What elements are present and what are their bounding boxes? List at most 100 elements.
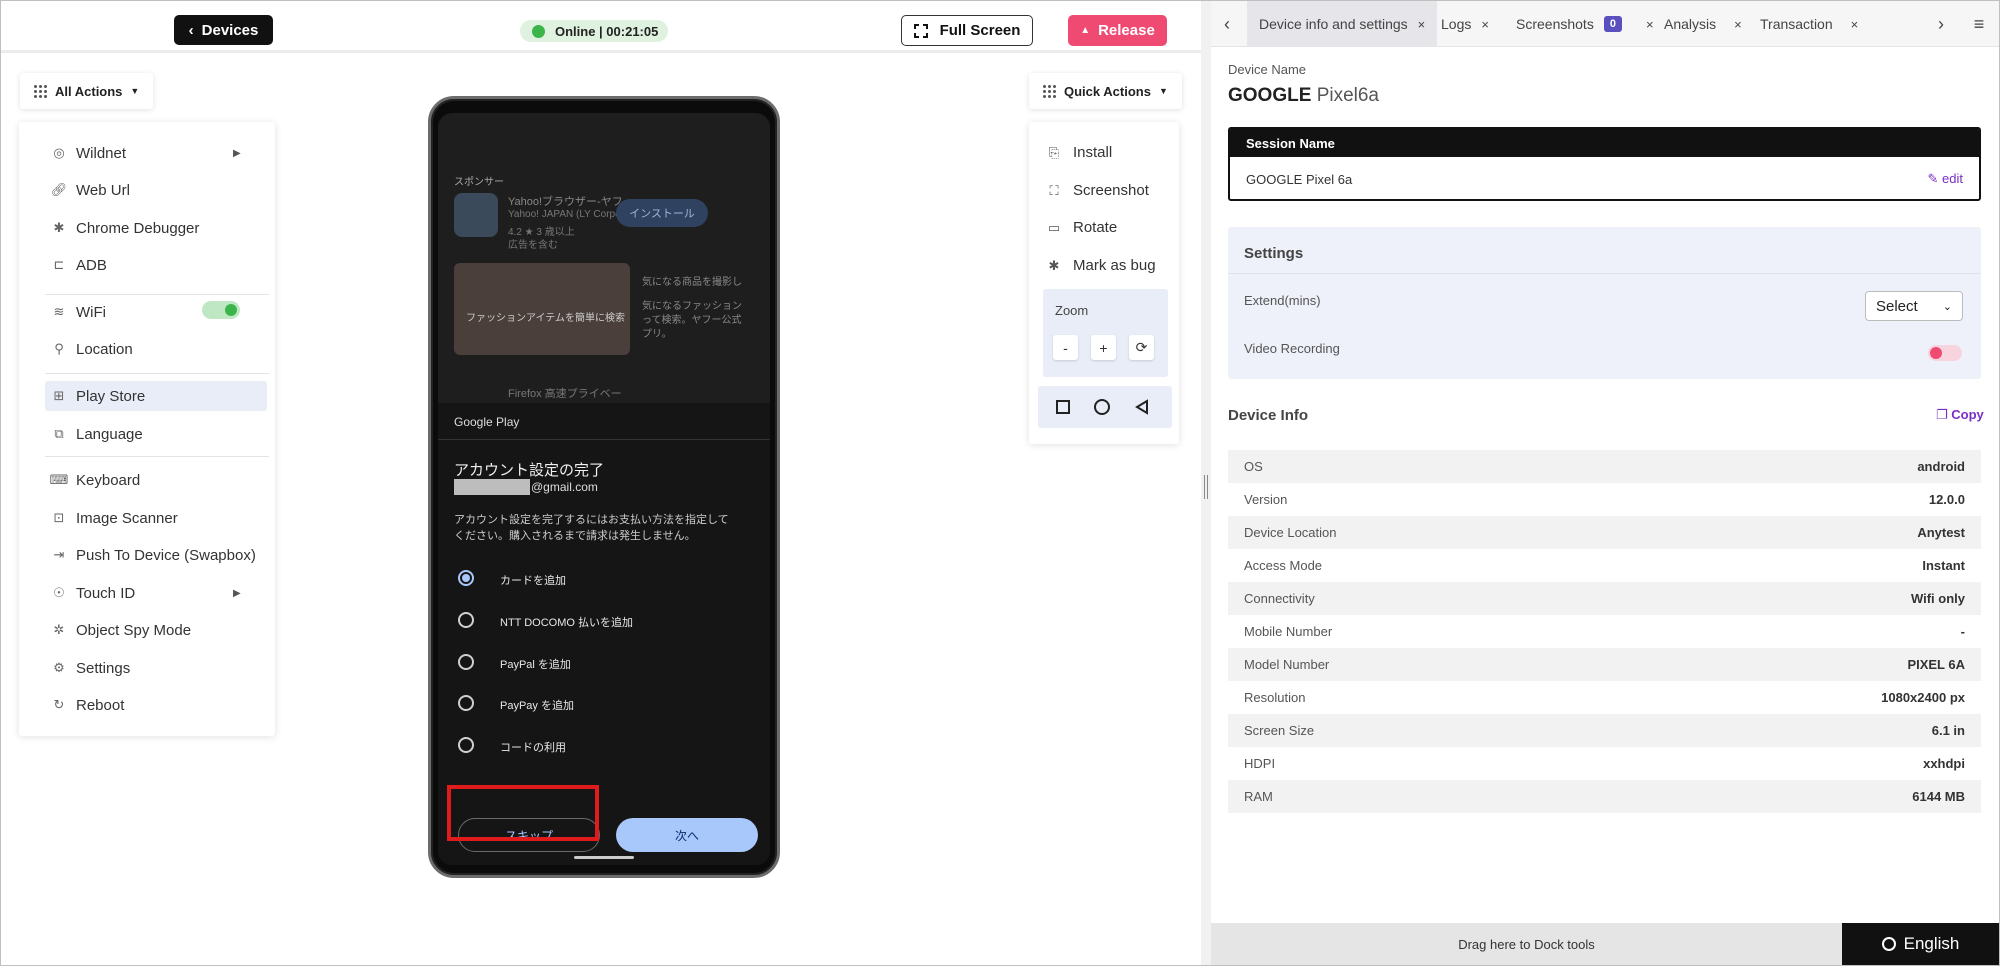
wifi-toggle[interactable] (202, 301, 240, 319)
menu-item-language[interactable]: ⧉ Language (52, 420, 142, 448)
ad-header: スポンサー (454, 177, 504, 188)
tab-analysis[interactable]: Analysis × (1664, 1, 1742, 47)
info-row-device-location: Device Location Anytest (1228, 516, 1981, 549)
tab-logs[interactable]: Logs × (1441, 1, 1489, 47)
sheet-description: アカウント設定を完了するにはお支払い方法を指定して (454, 514, 729, 526)
settings-panel: Settings Extend(mins) Select ⌄ Video Rec… (1228, 227, 1981, 379)
panel-resize-handle[interactable] (1201, 1, 1211, 965)
option-label[interactable]: カードを追加 (500, 572, 566, 588)
option-label[interactable]: PayPay を追加 (500, 697, 574, 713)
video-recording-toggle[interactable] (1928, 345, 1962, 361)
sheet-title: アカウント設定の完了 (454, 462, 605, 479)
session-name-card: Session Name GOOGLE Pixel 6a ✎ edit (1228, 127, 1981, 201)
globe-icon (1881, 937, 1896, 951)
ad-banner-text: ファッションアイテムを簡単に検索 (466, 313, 625, 324)
image-scanner-icon: ⊡ (53, 510, 65, 525)
recent-apps-icon[interactable] (1056, 400, 1070, 414)
email-suffix: @gmail.com (531, 480, 598, 494)
extend-select[interactable]: Select ⌄ (1865, 291, 1963, 321)
menu-item-wildnet[interactable]: ◎ Wildnet (52, 139, 126, 167)
back-icon[interactable] (1134, 399, 1150, 415)
home-icon[interactable] (1094, 399, 1110, 415)
menu-item-adb[interactable]: ⊏ ADB (52, 251, 107, 279)
all-actions-dropdown[interactable]: All Actions ▼ (20, 73, 154, 109)
close-icon[interactable]: × (1481, 17, 1489, 32)
tab-transaction[interactable]: Transaction × (1760, 1, 1858, 47)
quick-rotate-button[interactable]: ▭ Rotate (1047, 219, 1117, 236)
menu-separator (45, 294, 269, 295)
zoom-out-button[interactable]: - (1053, 335, 1078, 360)
close-icon[interactable]: × (1646, 17, 1654, 32)
release-button[interactable]: ▲ Release (1068, 15, 1167, 46)
devices-back-button[interactable]: ‹ Devices (174, 15, 273, 45)
reboot-icon: ↻ (53, 697, 65, 712)
yahoo-app-icon (454, 193, 498, 237)
tabs-scroll-right-button[interactable]: › (1931, 1, 1951, 47)
option-label[interactable]: PayPal を追加 (500, 656, 571, 672)
triangle-up-icon: ▲ (1080, 25, 1091, 36)
settings-title: Settings (1244, 245, 1304, 262)
close-icon[interactable]: × (1418, 17, 1426, 32)
grid-icon (34, 84, 47, 98)
extend-label: Extend(mins) (1244, 293, 1321, 308)
radio-paypal[interactable] (458, 654, 474, 670)
radio-paypay[interactable] (458, 695, 474, 711)
tab-screenshots[interactable]: Screenshots 0 × (1516, 1, 1654, 47)
tab-device-info[interactable]: Device info and settings × (1247, 1, 1438, 47)
info-row-model-number: Model Number PIXEL 6A (1228, 648, 1981, 681)
zoom-reset-button[interactable]: ⟳ (1129, 335, 1154, 360)
copy-icon: ❐ (1936, 407, 1948, 422)
info-row-access-mode: Access Mode Instant (1244, 558, 1965, 573)
ad-side-text: 気になる商品を撮影し (642, 277, 742, 288)
online-dot-icon (532, 24, 545, 38)
menu-item-settings[interactable]: ⚙ Settings (52, 654, 130, 682)
dock-drop-zone[interactable]: Drag here to Dock tools (1211, 923, 1842, 965)
menu-item-play-store[interactable]: ⊞ Play Store (52, 382, 146, 410)
menu-item-push-to-device[interactable]: ⇥ Push To Device (Swapbox) (52, 541, 256, 569)
chevron-down-icon: ⌄ (1942, 300, 1952, 313)
quick-actions-dropdown[interactable]: Quick Actions ▼ (1029, 73, 1182, 109)
quick-mark-as-bug-button[interactable]: ✱ Mark as bug (1047, 257, 1156, 274)
copy-device-info-button[interactable]: ❐ Copy (1936, 407, 1984, 423)
menu-item-image-scanner[interactable]: ⊡ Image Scanner (52, 504, 178, 532)
home-indicator (574, 856, 634, 859)
info-row-version: Version 12.0.0 (1244, 492, 1965, 507)
hamburger-menu-icon: ≡ (1973, 13, 1985, 34)
device-model: Pixel6a (1316, 85, 1380, 106)
menu-item-wifi[interactable]: ≋ WiFi (52, 298, 106, 326)
menu-item-keyboard[interactable]: ⌨ Keyboard (50, 466, 141, 494)
radio-redeem-code[interactable] (458, 737, 474, 753)
tabs-menu-button[interactable]: ≡ (1967, 1, 1991, 47)
ad-side-text: プリ。 (642, 329, 672, 340)
menu-item-object-spy-mode[interactable]: ✲ Object Spy Mode (52, 616, 192, 644)
signal-icon: ◎ (53, 145, 65, 160)
menu-item-web-url[interactable]: 🔗︎ Web Url (50, 176, 130, 204)
radio-add-card[interactable] (458, 570, 474, 586)
device-screen[interactable]: スポンサー Yahoo!ブラウザー-ヤフ... Yahoo! JAPAN (LY… (438, 113, 770, 865)
google-play-brand: Google Play (454, 415, 520, 429)
option-label[interactable]: コードの利用 (500, 739, 566, 755)
zoom-label: Zoom (1055, 303, 1089, 318)
full-screen-button[interactable]: Full Screen (901, 15, 1033, 46)
info-row-os: OS android (1228, 450, 1981, 483)
next-button[interactable]: 次へ (616, 818, 758, 852)
language-button[interactable]: English (1842, 923, 1999, 965)
menu-item-chrome-debugger[interactable]: ✱ Chrome Debugger (52, 214, 200, 242)
session-name-value: GOOGLE Pixel 6a (1246, 171, 1353, 187)
radio-ntt-docomo[interactable] (458, 612, 474, 628)
link-icon: 🔗︎ (50, 182, 68, 197)
quick-install-button[interactable]: ⎘ Install (1047, 144, 1112, 161)
menu-item-location[interactable]: ⚲ Location (52, 335, 132, 363)
close-icon[interactable]: × (1851, 17, 1859, 32)
redacted-email (454, 479, 530, 495)
session-edit-button[interactable]: ✎ edit (1928, 171, 1964, 187)
ad-install-button[interactable]: インストール (616, 199, 708, 227)
quick-screenshot-button[interactable]: ⛶ Screenshot (1047, 182, 1148, 199)
menu-item-reboot[interactable]: ↻ Reboot (52, 691, 125, 719)
play-store-background: スポンサー Yahoo!ブラウザー-ヤフ... Yahoo! JAPAN (LY… (438, 113, 770, 403)
option-label[interactable]: NTT DOCOMO 払いを追加 (500, 614, 633, 630)
zoom-in-button[interactable]: + (1091, 335, 1116, 360)
close-icon[interactable]: × (1734, 17, 1742, 32)
tabs-scroll-left-button[interactable]: ‹ (1217, 1, 1237, 47)
menu-item-touch-id[interactable]: ☉ Touch ID (52, 579, 135, 607)
